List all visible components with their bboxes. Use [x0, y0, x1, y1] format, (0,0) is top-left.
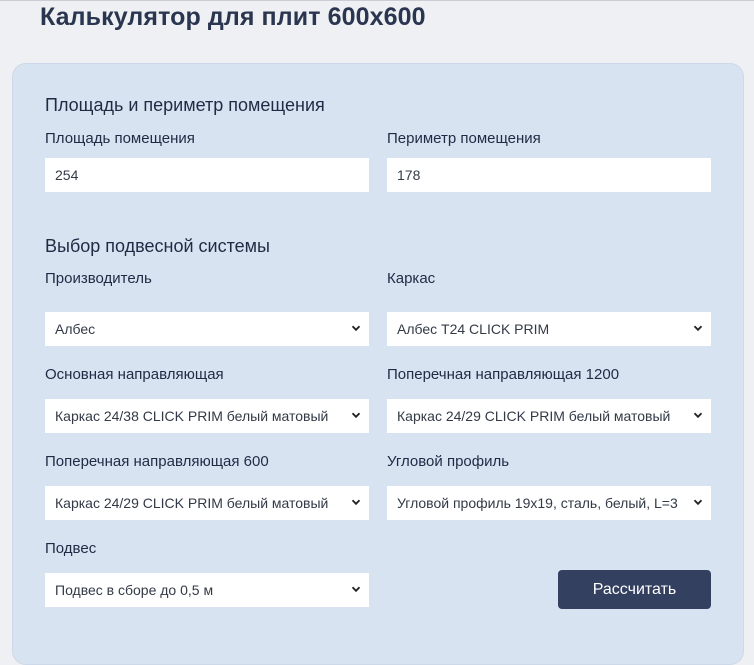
cross-600-select-value: Каркас 24/29 CLICK PRIM белый матовый	[55, 495, 329, 511]
area-input-value: 254	[55, 167, 79, 183]
chevron-down-icon	[693, 499, 703, 506]
chevron-down-icon	[693, 412, 703, 419]
main-runner-label: Основная направляющая	[45, 366, 224, 383]
cross-1200-label: Поперечная направляющая 1200	[387, 366, 620, 383]
area-input[interactable]: 254	[45, 158, 369, 192]
corner-profile-select[interactable]: Угловой профиль 19x19, сталь, белый, L=3	[387, 486, 711, 520]
chevron-down-icon	[351, 412, 361, 419]
manufacturer-select-value: Албес	[55, 321, 96, 337]
manufacturer-label: Производитель	[45, 270, 152, 287]
main-runner-select-value: Каркас 24/38 CLICK PRIM белый матовый	[55, 408, 329, 424]
cross-1200-select-value: Каркас 24/29 CLICK PRIM белый матовый	[397, 408, 671, 424]
frame-select-value: Албес T24 CLICK PRIM	[397, 321, 550, 337]
area-section-title: Площадь и периметр помещения	[45, 95, 325, 115]
system-section-title: Выбор подвесной системы	[45, 236, 270, 256]
chevron-down-icon	[693, 325, 703, 332]
cross-1200-select[interactable]: Каркас 24/29 CLICK PRIM белый матовый	[387, 399, 711, 433]
frame-label: Каркас	[387, 270, 436, 287]
hanger-select[interactable]: Подвес в сборе до 0,5 м	[45, 573, 369, 607]
cross-600-select[interactable]: Каркас 24/29 CLICK PRIM белый матовый	[45, 486, 369, 520]
chevron-down-icon	[351, 325, 361, 332]
corner-profile-label: Угловой профиль	[387, 453, 510, 470]
perimeter-label: Периметр помещения	[387, 130, 541, 147]
frame-select[interactable]: Албес T24 CLICK PRIM	[387, 312, 711, 346]
hanger-label: Подвес	[45, 540, 97, 557]
perimeter-input[interactable]: 178	[387, 158, 711, 192]
chevron-down-icon	[351, 586, 361, 593]
page-title: Калькулятор для плит 600х600	[40, 3, 426, 31]
chevron-down-icon	[351, 499, 361, 506]
hanger-select-value: Подвес в сборе до 0,5 м	[55, 582, 214, 598]
manufacturer-select[interactable]: Албес	[45, 312, 369, 346]
top-divider	[0, 0, 754, 1]
perimeter-input-value: 178	[397, 167, 421, 183]
corner-profile-select-value: Угловой профиль 19x19, сталь, белый, L=3	[397, 495, 678, 511]
calculate-button[interactable]: Рассчитать	[558, 570, 711, 609]
cross-600-label: Поперечная направляющая 600	[45, 453, 269, 470]
area-label: Площадь помещения	[45, 130, 195, 147]
main-runner-select[interactable]: Каркас 24/38 CLICK PRIM белый матовый	[45, 399, 369, 433]
